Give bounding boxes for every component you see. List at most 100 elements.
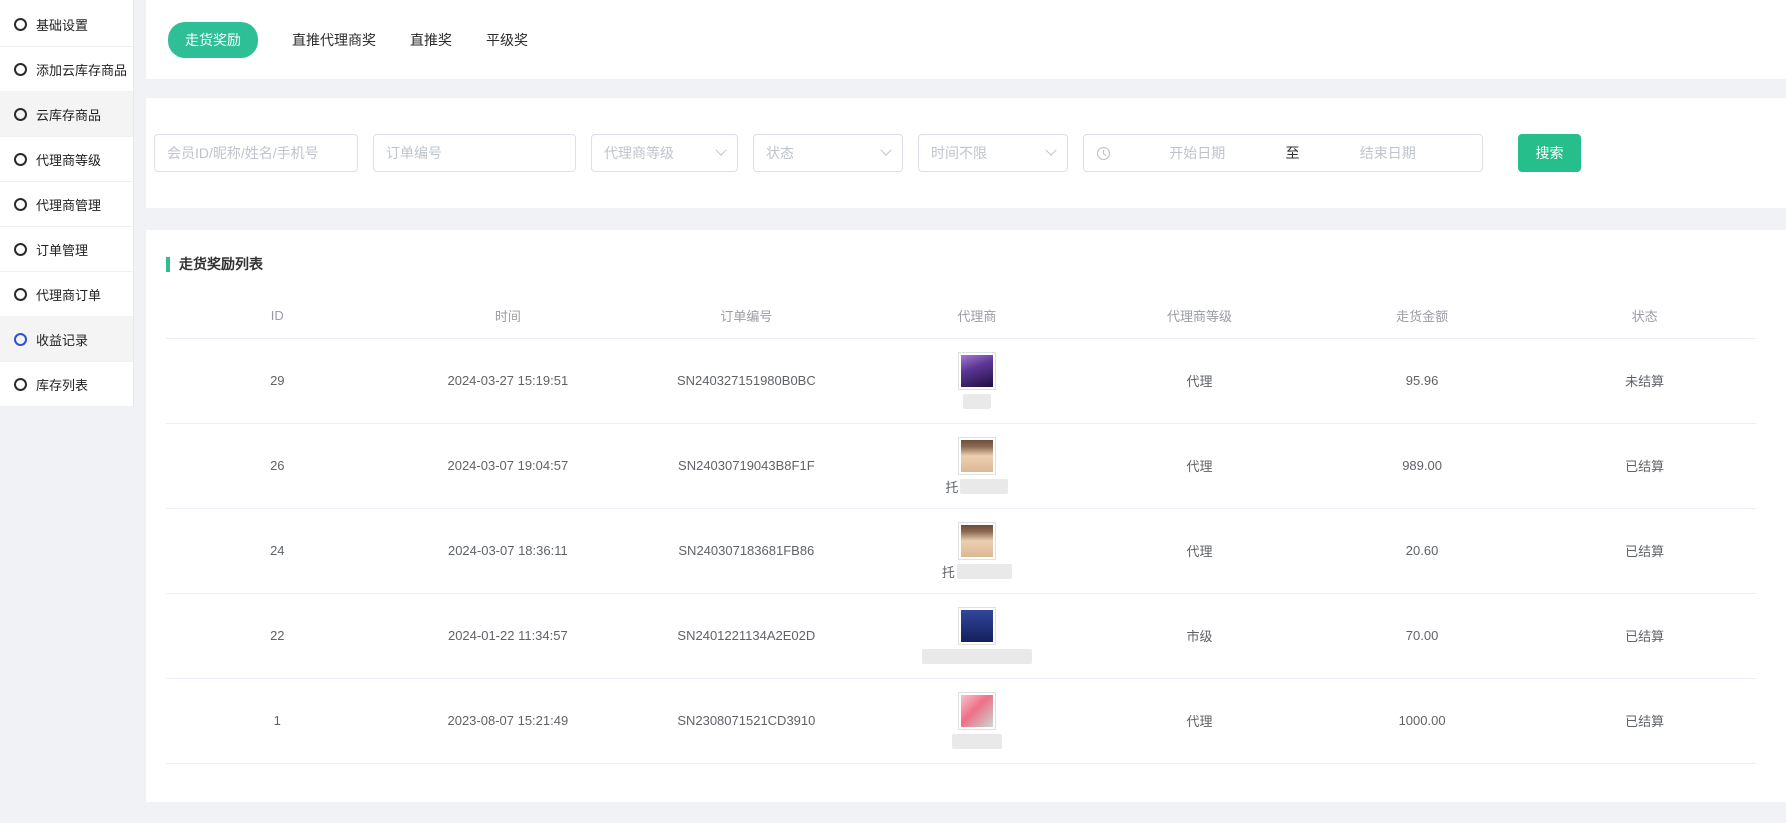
sidebar-item-代理商管理[interactable]: 代理商管理: [0, 182, 133, 227]
radio-circle-icon: [14, 243, 27, 256]
sidebar-item-label: 云库存商品: [36, 105, 101, 124]
reward-table: ID时间订单编号代理商代理商等级走货金额状态 29 2024-03-27 15:…: [166, 294, 1756, 764]
sidebar-item-label: 代理商等级: [36, 150, 101, 169]
cell-amount: 1000.00: [1311, 678, 1534, 763]
cell-id: 1: [166, 678, 389, 763]
sidebar-item-label: 代理商订单: [36, 285, 101, 304]
tab-直推奖[interactable]: 直推奖: [410, 30, 452, 50]
avatar-image: [961, 610, 993, 642]
table-body: 29 2024-03-27 15:19:51 SN240327151980B0B…: [166, 338, 1756, 763]
table-row: 29 2024-03-27 15:19:51 SN240327151980B0B…: [166, 338, 1756, 423]
start-date-field[interactable]: 开始日期: [1115, 143, 1280, 163]
cell-id: 24: [166, 508, 389, 593]
cell-status: 已结算: [1533, 423, 1756, 508]
sidebar-item-收益记录[interactable]: 收益记录: [0, 317, 133, 362]
cell-order-number: SN24030719043B8F1F: [627, 423, 866, 508]
tab-平级奖[interactable]: 平级奖: [486, 30, 528, 50]
agent-name: [963, 394, 991, 410]
cell-status: 已结算: [1533, 678, 1756, 763]
tabs-bar: 走货奖励 直推代理商奖 直推奖 平级奖: [146, 0, 1786, 79]
radio-circle-icon: [14, 18, 27, 31]
cell-agent: [866, 338, 1089, 423]
cell-order-number: SN2401221134A2E02D: [627, 593, 866, 678]
end-date-field[interactable]: 结束日期: [1306, 143, 1471, 163]
cell-time: 2024-03-07 18:36:11: [389, 508, 628, 593]
avatar-image: [961, 440, 993, 472]
tab-直推代理商奖[interactable]: 直推代理商奖: [292, 30, 376, 50]
cell-amount: 70.00: [1311, 593, 1534, 678]
agent-info: [866, 692, 1089, 750]
sidebar-item-代理商订单[interactable]: 代理商订单: [0, 272, 133, 317]
date-to-label: 至: [1280, 143, 1306, 163]
table-header-row: ID时间订单编号代理商代理商等级走货金额状态: [166, 294, 1756, 338]
reward-list-panel: 走货奖励列表 ID时间订单编号代理商代理商等级走货金额状态 29 2024-03…: [146, 230, 1786, 802]
agent-avatar[interactable]: [958, 692, 996, 730]
sidebar-item-添加云库存商品[interactable]: 添加云库存商品: [0, 47, 133, 92]
radio-circle-icon: [14, 378, 27, 391]
sidebar-item-订单管理[interactable]: 订单管理: [0, 227, 133, 272]
sidebar-item-label: 订单管理: [36, 240, 88, 259]
agent-name: 托: [945, 479, 1008, 495]
sidebar-item-代理商等级[interactable]: 代理商等级: [0, 137, 133, 182]
cell-id: 29: [166, 338, 389, 423]
cell-order-number: SN2308071521CD3910: [627, 678, 866, 763]
sidebar: 基础设置 添加云库存商品 云库存商品 代理商等级 代理商管理 订单管理 代理商订…: [0, 0, 134, 407]
sidebar-item-label: 基础设置: [36, 15, 88, 34]
column-header-订单编号: 订单编号: [627, 294, 866, 338]
cell-status: 未结算: [1533, 338, 1756, 423]
status-select-value: 状态: [766, 143, 794, 163]
time-range-select[interactable]: 时间不限: [918, 134, 1068, 172]
agent-info: 托: [866, 522, 1089, 580]
date-range-picker[interactable]: 开始日期 至 结束日期: [1083, 134, 1483, 172]
column-header-ID: ID: [166, 294, 389, 338]
agent-avatar[interactable]: [958, 522, 996, 560]
agent-level-select[interactable]: 代理商等级: [591, 134, 738, 172]
title-accent-bar: [166, 257, 170, 272]
cell-status: 已结算: [1533, 508, 1756, 593]
agent-info: 托: [866, 437, 1089, 495]
cell-time: 2024-01-22 11:34:57: [389, 593, 628, 678]
member-search-input[interactable]: [154, 134, 358, 172]
agent-info: [866, 352, 1089, 410]
agent-avatar[interactable]: [958, 437, 996, 475]
column-header-状态: 状态: [1533, 294, 1756, 338]
sidebar-item-云库存商品[interactable]: 云库存商品: [0, 92, 133, 137]
cell-agent-level: 代理: [1088, 338, 1311, 423]
avatar-image: [961, 525, 993, 557]
cell-order-number: SN240307183681FB86: [627, 508, 866, 593]
radio-circle-icon: [14, 198, 27, 211]
sidebar-item-库存列表[interactable]: 库存列表: [0, 362, 133, 407]
cell-id: 22: [166, 593, 389, 678]
sidebar-item-label: 收益记录: [36, 330, 88, 349]
table-row: 24 2024-03-07 18:36:11 SN240307183681FB8…: [166, 508, 1756, 593]
agent-avatar[interactable]: [958, 352, 996, 390]
agent-avatar[interactable]: [958, 607, 996, 645]
search-button[interactable]: 搜索: [1518, 134, 1581, 172]
order-number-input[interactable]: [373, 134, 576, 172]
cell-status: 已结算: [1533, 593, 1756, 678]
agent-name-prefix: 托: [945, 477, 958, 496]
status-select[interactable]: 状态: [753, 134, 903, 172]
main-content: 走货奖励直推代理商奖直推奖平级奖 代理商等级 状态 时间不限 开始日期 至 结束: [146, 0, 1786, 802]
agent-name: 托: [942, 564, 1012, 580]
clock-icon: [1096, 146, 1111, 161]
filter-panel: 代理商等级 状态 时间不限 开始日期 至 结束日期 搜索: [146, 98, 1786, 208]
table-header: ID时间订单编号代理商代理商等级走货金额状态: [166, 294, 1756, 338]
sidebar-menu: 基础设置 添加云库存商品 云库存商品 代理商等级 代理商管理 订单管理 代理商订…: [0, 2, 133, 407]
tab-走货奖励[interactable]: 走货奖励: [168, 22, 258, 58]
time-range-select-value: 时间不限: [931, 143, 987, 163]
sidebar-item-基础设置[interactable]: 基础设置: [0, 2, 133, 47]
column-header-代理商等级: 代理商等级: [1088, 294, 1311, 338]
avatar-image: [961, 355, 993, 387]
radio-circle-icon: [14, 153, 27, 166]
cell-time: 2024-03-07 19:04:57: [389, 423, 628, 508]
section-title: 走货奖励列表: [166, 254, 1756, 274]
radio-circle-icon: [14, 288, 27, 301]
column-header-代理商: 代理商: [866, 294, 1089, 338]
chevron-down-icon: [715, 145, 726, 156]
sidebar-item-label: 库存列表: [36, 375, 88, 394]
cell-agent-level: 代理: [1088, 508, 1311, 593]
cell-id: 26: [166, 423, 389, 508]
sidebar-item-label: 添加云库存商品: [36, 60, 127, 79]
redacted-name: [952, 734, 1002, 749]
